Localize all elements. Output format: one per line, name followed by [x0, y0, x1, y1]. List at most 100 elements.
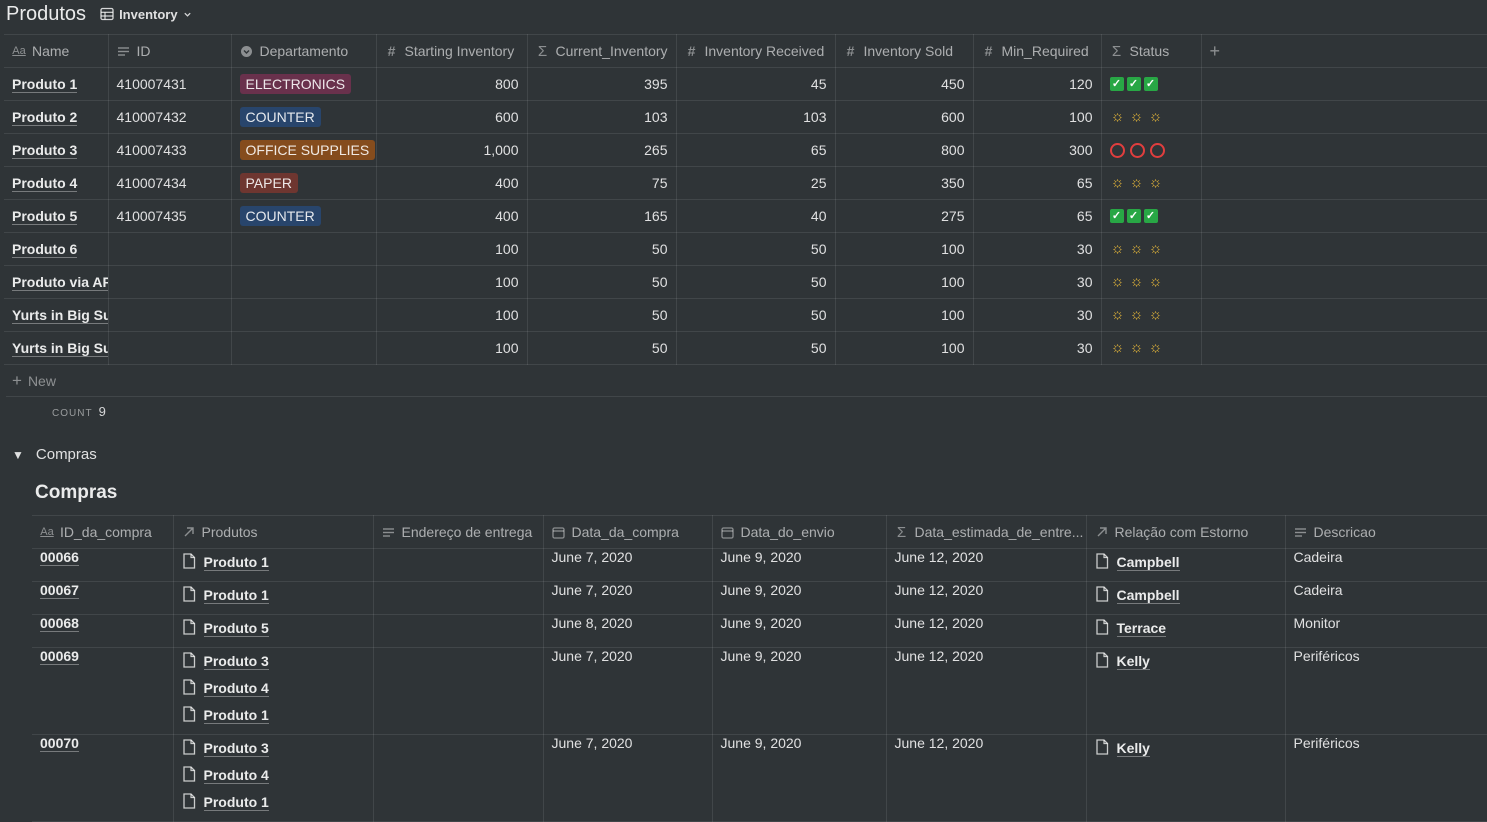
compras-column-header[interactable]: Descricao	[1285, 515, 1487, 549]
received-cell[interactable]: 50	[676, 232, 836, 266]
current-cell[interactable]: 50	[527, 298, 677, 332]
data-envio-cell[interactable]: June 9, 2020	[712, 734, 887, 822]
status-cell[interactable]: ☼ ☼ ☼	[1101, 100, 1202, 134]
current-cell[interactable]: 265	[527, 133, 677, 167]
current-cell[interactable]: 165	[527, 199, 677, 233]
view-switcher[interactable]: Inventory	[96, 5, 196, 24]
department-cell[interactable]: ELECTRONICS	[231, 67, 377, 101]
id-cell[interactable]: 410007432	[108, 100, 232, 134]
data-estimada-cell[interactable]: June 12, 2020	[886, 614, 1087, 648]
start-cell[interactable]: 800	[376, 67, 528, 101]
row-name[interactable]: Produto 3	[12, 142, 78, 159]
department-cell[interactable]: COUNTER	[231, 100, 377, 134]
name-cell[interactable]: Produto 5	[4, 199, 109, 233]
department-cell[interactable]: PAPER	[231, 166, 377, 200]
current-cell[interactable]: 395	[527, 67, 677, 101]
sold-cell[interactable]: 450	[835, 67, 974, 101]
received-cell[interactable]: 50	[676, 331, 836, 365]
sold-cell[interactable]: 600	[835, 100, 974, 134]
descricao-cell[interactable]: Periféricos	[1285, 647, 1487, 735]
page-link[interactable]: Produto 1	[182, 789, 365, 816]
inventory-column-header[interactable]: # Starting Inventory	[376, 34, 528, 68]
table-row[interactable]: Produto 6 100 50 50 100 30 ☼ ☼ ☼	[4, 232, 1487, 266]
department-cell[interactable]	[231, 265, 377, 299]
inventory-column-header[interactable]: Σ Current_Inventory	[527, 34, 677, 68]
triangle-down-icon[interactable]: ▼	[12, 448, 24, 462]
received-cell[interactable]: 65	[676, 133, 836, 167]
min-cell[interactable]: 65	[973, 166, 1102, 200]
row-name[interactable]: Produto 6	[12, 241, 78, 258]
purchase-id[interactable]: 00068	[40, 615, 79, 632]
table-row[interactable]: Produto 2 410007432 COUNTER 600 103 103 600 100…	[4, 100, 1487, 134]
descricao-cell[interactable]: Cadeira	[1285, 548, 1487, 582]
table-row[interactable]: 00067 Produto 1 June 7, 2020 June 9, 2020 Ju…	[32, 581, 1487, 615]
new-row-button[interactable]: + New	[6, 366, 1487, 397]
table-row[interactable]: Produto 1 410007431 ELECTRONICS 800 395 45 450…	[4, 67, 1487, 101]
table-row[interactable]: Yurts in Big Sur 100 50 50 100 30 ☼ ☼ ☼	[4, 298, 1487, 332]
sold-cell[interactable]: 275	[835, 199, 974, 233]
id-cell[interactable]	[108, 298, 232, 332]
compras-column-header[interactable]: Data_do_envio	[712, 515, 887, 549]
status-cell[interactable]: ☼ ☼ ☼	[1101, 232, 1202, 266]
min-cell[interactable]: 100	[973, 100, 1102, 134]
sold-cell[interactable]: 800	[835, 133, 974, 167]
estorno-cell[interactable]: Kelly	[1086, 647, 1286, 735]
start-cell[interactable]: 100	[376, 331, 528, 365]
received-cell[interactable]: 25	[676, 166, 836, 200]
min-cell[interactable]: 30	[973, 232, 1102, 266]
inventory-column-header[interactable]: # Inventory Received	[676, 34, 836, 68]
current-cell[interactable]: 50	[527, 331, 677, 365]
id-cell[interactable]	[108, 265, 232, 299]
page-link[interactable]: Produto 1	[182, 702, 365, 729]
estorno-cell[interactable]: Terrace	[1086, 614, 1286, 648]
endereco-cell[interactable]	[373, 614, 544, 648]
sold-cell[interactable]: 100	[835, 331, 974, 365]
id-cell[interactable]: 00070	[32, 734, 174, 822]
received-cell[interactable]: 40	[676, 199, 836, 233]
sold-cell[interactable]: 100	[835, 298, 974, 332]
estorno-cell[interactable]: Campbell	[1086, 548, 1286, 582]
page-link[interactable]: Produto 3	[182, 735, 365, 762]
start-cell[interactable]: 600	[376, 100, 528, 134]
name-cell[interactable]: Produto 1	[4, 67, 109, 101]
id-cell[interactable]: 00068	[32, 614, 174, 648]
table-row[interactable]: Yurts in Big Sur 100 50 50 100 30 ☼ ☼ ☼	[4, 331, 1487, 365]
status-cell[interactable]: ☼ ☼ ☼	[1101, 265, 1202, 299]
data-estimada-cell[interactable]: June 12, 2020	[886, 581, 1087, 615]
current-cell[interactable]: 50	[527, 265, 677, 299]
data-estimada-cell[interactable]: June 12, 2020	[886, 647, 1087, 735]
data-envio-cell[interactable]: June 9, 2020	[712, 647, 887, 735]
received-cell[interactable]: 45	[676, 67, 836, 101]
data-envio-cell[interactable]: June 9, 2020	[712, 581, 887, 615]
descricao-cell[interactable]: Cadeira	[1285, 581, 1487, 615]
name-cell[interactable]: Produto 6	[4, 232, 109, 266]
row-name[interactable]: Produto 2	[12, 109, 78, 126]
row-name[interactable]: Yurts in Big Sur	[12, 307, 107, 324]
start-cell[interactable]: 1,000	[376, 133, 528, 167]
compras-toggle[interactable]: ▼ Compras	[12, 446, 97, 463]
id-cell[interactable]	[108, 232, 232, 266]
start-cell[interactable]: 100	[376, 232, 528, 266]
produtos-cell[interactable]: Produto 5	[173, 614, 374, 648]
table-row[interactable]: 00066 Produto 1 June 7, 2020 June 9, 2020 Ju…	[32, 548, 1487, 582]
received-cell[interactable]: 50	[676, 298, 836, 332]
data-compra-cell[interactable]: June 8, 2020	[543, 614, 713, 648]
compras-column-header[interactable]: Data_da_compra	[543, 515, 713, 549]
compras-column-header[interactable]: Produtos	[173, 515, 374, 549]
table-row[interactable]: 00070 Produto 3 Produto 4 Produto 1 June 7, …	[32, 734, 1487, 822]
department-cell[interactable]	[231, 232, 377, 266]
received-cell[interactable]: 50	[676, 265, 836, 299]
estorno-cell[interactable]: Kelly	[1086, 734, 1286, 822]
data-envio-cell[interactable]: June 9, 2020	[712, 614, 887, 648]
table-row[interactable]: 00069 Produto 3 Produto 4 Produto 1 June 7, …	[32, 647, 1487, 735]
descricao-cell[interactable]: Periféricos	[1285, 734, 1487, 822]
min-cell[interactable]: 120	[973, 67, 1102, 101]
endereco-cell[interactable]	[373, 581, 544, 615]
sold-cell[interactable]: 350	[835, 166, 974, 200]
status-cell[interactable]	[1101, 133, 1202, 167]
row-name[interactable]: Produto via API	[12, 274, 107, 291]
page-link[interactable]: Produto 4	[182, 762, 365, 789]
name-cell[interactable]: Produto 4	[4, 166, 109, 200]
id-cell[interactable]: 410007434	[108, 166, 232, 200]
row-name[interactable]: Produto 5	[12, 208, 78, 225]
